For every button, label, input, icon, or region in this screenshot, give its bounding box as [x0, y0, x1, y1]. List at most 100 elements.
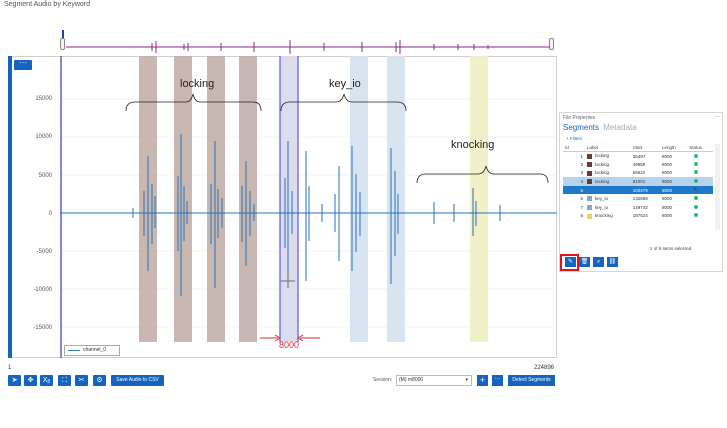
search-icon: ⌕ — [596, 259, 601, 265]
link-segment-button[interactable]: ⛓ — [607, 257, 618, 267]
table-row[interactable]: 3 locking 66622 8000 — [563, 169, 713, 178]
cut-tool-button[interactable]: ✂ — [75, 375, 88, 386]
row-start: 187524 — [632, 213, 648, 219]
selection-status: 1 of 8 items selected — [650, 246, 692, 251]
table-row[interactable]: 6 key_io 132869 8000 — [563, 194, 713, 203]
segment-locking-2[interactable] — [174, 56, 192, 342]
segment-key-io-2[interactable] — [387, 56, 405, 342]
table-scrollbar[interactable] — [715, 144, 720, 230]
row-status — [687, 160, 713, 169]
window-title: Segment Audio by Keyword — [4, 1, 90, 8]
column-header-id[interactable]: Id — [563, 144, 585, 152]
session-value: (M) m8000 — [399, 377, 424, 383]
row-id: 6 — [580, 196, 583, 202]
add-session-button[interactable]: + — [477, 375, 488, 386]
row-label: locking — [595, 170, 610, 176]
plus-icon: + — [479, 375, 486, 385]
row-status — [687, 152, 713, 161]
y-tick-label: -15000 — [33, 325, 52, 331]
row-status — [687, 203, 713, 212]
pan-tool-button[interactable]: ✥ — [24, 375, 37, 386]
x-zoom-tool-button[interactable]: Xᵦ — [40, 375, 53, 386]
panel-accent-bar — [8, 56, 12, 358]
row-length: 8000 — [661, 204, 672, 210]
link-icon: ⛓ — [608, 259, 617, 265]
row-label-cell: knocking — [585, 212, 631, 221]
row-label: key_io — [595, 204, 609, 210]
settings-button[interactable]: ⚙ — [93, 375, 106, 386]
status-ok-icon — [694, 204, 699, 209]
overview-waveform — [66, 40, 550, 54]
search-segment-button[interactable]: ⌕ — [593, 257, 604, 267]
row-label: locking — [595, 161, 610, 167]
row-length: 8000 — [661, 161, 672, 167]
filters-link[interactable]: + Filters — [566, 136, 582, 141]
fit-view-button[interactable]: ⛶ — [58, 375, 71, 386]
status-ok-icon — [694, 196, 699, 201]
table-row[interactable]: 7 key_io 149742 8000 — [563, 203, 713, 212]
segment-selected[interactable] — [279, 56, 299, 342]
pointer-tool-button[interactable]: ➤ — [8, 375, 21, 386]
x-range-start: 1 — [8, 365, 12, 371]
tab-metadata[interactable]: Metadata — [603, 123, 636, 132]
table-row[interactable]: 4 locking 81001 8000 — [563, 177, 713, 186]
settings-icon: ⚙ — [96, 377, 103, 384]
y-tick-label: 5000 — [38, 173, 52, 179]
waveform-plot[interactable] — [60, 56, 557, 358]
label-color-swatch — [587, 153, 592, 159]
delete-segment-button[interactable]: 🗑 — [579, 257, 590, 267]
row-label-cell: locking — [585, 169, 631, 178]
panel-menu-button[interactable]: ··· — [14, 59, 32, 70]
row-length: 8000 — [659, 185, 688, 195]
status-ok-icon — [694, 153, 699, 158]
pin-icon[interactable]: – — [716, 114, 719, 120]
annotation-key-io: key_io — [329, 78, 361, 90]
row-start: 49959 — [632, 161, 646, 167]
pencil-icon: ✎ — [693, 187, 698, 194]
column-header-status[interactable]: Status — [687, 144, 713, 152]
column-header-start[interactable]: Start — [630, 144, 660, 152]
row-status — [687, 169, 713, 178]
table-row[interactable]: 2 locking 49959 8000 — [563, 160, 713, 169]
row-id: 1 — [580, 153, 583, 159]
column-header-length[interactable]: Length — [659, 144, 688, 152]
pointer-icon: ➤ — [11, 377, 18, 384]
table-row[interactable]: 1 locking 35497 8000 — [563, 152, 713, 161]
row-start: 81001 — [630, 177, 660, 186]
row-start: 35497 — [632, 153, 646, 159]
cut-icon: ✂ — [78, 377, 85, 384]
label-color-swatch — [587, 179, 592, 185]
row-start: 132869 — [632, 196, 648, 202]
table-row[interactable]: 8 knocking 187524 8000 — [563, 212, 713, 221]
detect-segments-button[interactable]: Detect Segments — [508, 375, 555, 386]
table-row-selected[interactable]: 5 100479 8000 ✎ — [563, 185, 713, 195]
row-id: 3 — [580, 170, 583, 176]
x-axis-zoom-icon: Xᵦ — [42, 377, 51, 384]
row-status: ✎ — [687, 185, 713, 195]
segment-key-io-1[interactable] — [350, 56, 368, 342]
session-select[interactable]: (M) m8000 ▾ — [396, 375, 472, 386]
session-label: Session: — [373, 377, 393, 383]
status-ok-icon — [694, 179, 699, 184]
row-label-cell: locking — [585, 152, 631, 161]
column-header-label[interactable]: Label — [585, 144, 631, 152]
y-tick-label: 10000 — [35, 134, 52, 140]
row-status — [687, 177, 713, 186]
row-status — [687, 194, 713, 203]
status-ok-icon — [694, 161, 699, 166]
save-audio-button[interactable]: Save Audio to CSV — [111, 375, 164, 386]
row-length: 8000 — [661, 196, 672, 202]
overview-left-handle[interactable] — [60, 38, 65, 50]
more-options-button[interactable]: ··· — [492, 375, 503, 386]
tab-segments[interactable]: Segments — [563, 123, 599, 132]
segments-table: Id Label Start Length Status 1 locking 3… — [563, 144, 713, 220]
label-color-swatch — [587, 170, 592, 176]
trash-icon: 🗑 — [580, 259, 589, 265]
panel-title: File Properties — [563, 115, 596, 121]
status-ok-icon — [694, 213, 699, 218]
chart-legend: channel_0 — [64, 345, 120, 356]
y-tick-label: -10000 — [33, 287, 52, 293]
legend-label: channel_0 — [83, 347, 107, 353]
file-properties-panel: File Properties – Segments Metadata + Fi… — [559, 112, 723, 272]
overview-strip[interactable] — [60, 30, 554, 58]
